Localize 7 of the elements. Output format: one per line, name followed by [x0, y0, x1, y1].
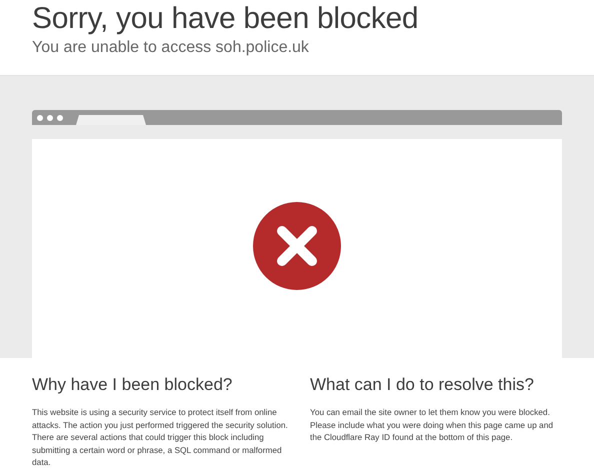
section-text: You can email the site owner to let them know you were blocked. Please include what you were doing when this page came up and the Cloudflare Ray ID found at the bottom of this page. — [310, 406, 554, 444]
page-subtitle: You are unable to access soh.police.uk — [32, 38, 310, 58]
page-title: Sorry, you have been blocked — [32, 2, 420, 36]
section-heading: What can I do to resolve this? — [310, 374, 535, 396]
section-text: This website is using a security service to protect itself from online attacks. The action you just performed triggered the security solution. There are several actions that could trigger this block including submitting a certain word or phrase, a SQL command or malformed data. — [32, 406, 289, 468]
error-icon — [253, 202, 341, 290]
section-heading: Why have I been blocked? — [32, 374, 234, 396]
